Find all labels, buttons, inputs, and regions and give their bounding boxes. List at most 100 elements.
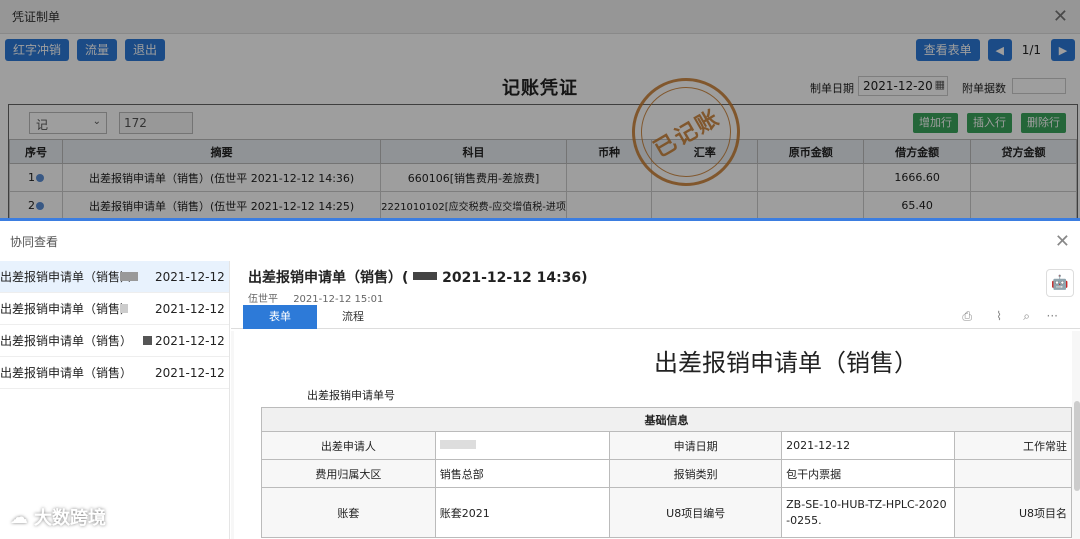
doc-title: 出差报销申请单（销售）( 2021-12-12 14:36): [248, 270, 588, 286]
author-time: 2021-12-12 15:01: [293, 294, 384, 305]
field-label: 申请日期: [609, 431, 783, 460]
row-currency[interactable]: [565, 191, 653, 220]
voucher-word-value: 记: [36, 118, 49, 132]
collab-header: 协同查看 ✕: [0, 221, 1080, 261]
watermark-text: 大数跨境: [34, 508, 106, 529]
info-icon[interactable]: [36, 174, 45, 182]
list-item-date: 2021-12-12 11:: [155, 333, 229, 348]
close-icon[interactable]: ✕: [1055, 231, 1070, 252]
field-value[interactable]: 2021-12-12: [781, 431, 955, 460]
form-title: 出差报销申请单（销售）: [654, 349, 918, 377]
row-number: 1: [28, 171, 36, 184]
delete-row-button[interactable]: 删除行: [1021, 113, 1066, 133]
row-debit[interactable]: 1666.60: [863, 163, 971, 192]
close-icon[interactable]: ✕: [1053, 6, 1068, 27]
section-title: 基础信息: [261, 407, 1072, 432]
list-item[interactable]: 出差报销申请单（销售） 2021-12-12 11:: [0, 325, 229, 357]
more-icon[interactable]: ···: [1047, 309, 1058, 323]
red-reverse-button[interactable]: 红字冲销: [5, 39, 70, 61]
field-label: 出差申请人: [261, 431, 436, 460]
field-value[interactable]: [434, 431, 611, 460]
assistant-robot-icon[interactable]: 🤖: [1046, 269, 1074, 297]
row-orig-amount[interactable]: [757, 191, 865, 220]
field-value[interactable]: ZB-SE-10-HUB-TZ-HPLC-2020-0255.: [781, 487, 955, 538]
view-form-button[interactable]: 查看表单: [915, 39, 980, 61]
doc-tabs: 表单 流程 ⎙ ⌇ ⌕ ···: [231, 305, 1080, 329]
author-line: 伍世平 2021-12-12 15:01: [248, 290, 395, 305]
attach-label: 附单据数: [962, 82, 1006, 95]
table-row[interactable]: 1 出差报销申请单（销售）(伍世平 2021-12-12 14:36) 6601…: [8, 163, 1078, 192]
row-summary[interactable]: 出差报销申请单（销售）(伍世平 2021-12-12 14:36): [62, 163, 382, 192]
redaction: [120, 304, 128, 313]
add-row-button[interactable]: 增加行: [913, 113, 958, 133]
column-header: 原币金额: [757, 139, 865, 164]
print-icon[interactable]: ⎙: [962, 309, 972, 324]
chevron-down-icon: ⌄: [92, 116, 101, 127]
voucher-header: 记账凭证 制单日期 2021-12-20 ▦ 附单据数: [0, 66, 1080, 102]
prev-page-icon[interactable]: ◀: [987, 39, 1012, 61]
form-sheet: 出差报销申请单（销售） 出差报销申请单号 基础信息 出差申请人 申请日期 202…: [234, 331, 1073, 539]
watermark-logo-icon: ☁: [10, 506, 28, 528]
row-subject[interactable]: 2221010102[应交税费-应交增值税-进项: [380, 191, 567, 220]
field-label: 费用归属大区: [261, 459, 436, 488]
field-value[interactable]: [953, 459, 1073, 488]
row-orig-amount[interactable]: [757, 163, 865, 192]
form-number-label: 出差报销申请单号: [307, 389, 395, 402]
row-summary[interactable]: 出差报销申请单（销售）(伍世平 2021-12-12 14:25): [62, 191, 382, 220]
voucher-number-field[interactable]: 172: [119, 112, 193, 134]
table-row[interactable]: 2 出差报销申请单（销售）(伍世平 2021-12-12 14:25) 2221…: [8, 191, 1078, 220]
row-rate[interactable]: [651, 191, 759, 220]
list-item-title: 出差报销申请单（销售）: [0, 302, 133, 316]
search-icon[interactable]: ⌕: [1023, 309, 1030, 324]
calendar-icon[interactable]: ▦: [935, 78, 945, 91]
attachment-icon[interactable]: ⌇: [996, 309, 1002, 323]
row-debit[interactable]: 65.40: [863, 191, 971, 220]
row-credit[interactable]: [969, 191, 1078, 220]
field-label: 报销类别: [609, 459, 783, 488]
voucher-toolbar: 红字冲销 流量 退出 查看表单 ◀ 1/1 ▶: [0, 34, 1080, 66]
tab-form[interactable]: 表单: [243, 305, 317, 329]
list-item[interactable]: 出差报销申请单（销售） 2021-12-12 14:: [0, 293, 229, 325]
column-header: 借方金额: [863, 139, 971, 164]
field-label: U8项目编号: [609, 487, 783, 538]
row-credit[interactable]: [969, 163, 1078, 192]
voucher-titlebar: 凭证制单 ✕: [0, 0, 1080, 34]
voucher-window: 凭证制单 ✕ 红字冲销 流量 退出 查看表单 ◀ 1/1 ▶ 记账凭证 制单日期…: [0, 0, 1080, 220]
column-header: 序号: [8, 139, 64, 164]
redaction: [413, 272, 438, 280]
row-subject[interactable]: 660106[销售费用-差旅费]: [380, 163, 567, 192]
field-value[interactable]: 包干内票据: [781, 459, 955, 488]
exit-button[interactable]: 退出: [125, 39, 166, 61]
field-value[interactable]: 账套2021: [434, 487, 611, 538]
list-item-date: 2021-12-12 14:: [155, 301, 229, 316]
row-currency[interactable]: [565, 163, 653, 192]
next-page-icon[interactable]: ▶: [1051, 39, 1075, 61]
column-header: 贷方金额: [969, 139, 1078, 164]
date-value: 2021-12-20: [863, 79, 933, 93]
date-label: 制单日期: [810, 82, 854, 95]
scrollbar[interactable]: [1074, 401, 1080, 491]
attach-count-field[interactable]: [1012, 78, 1066, 94]
author-name: 伍世平: [248, 294, 278, 305]
field-label: 账套: [261, 487, 436, 538]
list-item[interactable]: 出差报销申请单（销售）、 2021-12-12 14:: [0, 261, 229, 293]
redaction: [120, 272, 138, 281]
info-icon[interactable]: [36, 202, 45, 210]
column-header: 摘要: [62, 139, 382, 164]
doc-viewer: 出差报销申请单（销售）( 2021-12-12 14:36) 伍世平 2021-…: [231, 261, 1080, 539]
tab-flow[interactable]: 流程: [331, 305, 375, 329]
redaction: [143, 336, 152, 345]
insert-row-button[interactable]: 插入行: [967, 113, 1012, 133]
collab-title: 协同查看: [10, 234, 59, 249]
page-indicator: 1/1: [1021, 43, 1041, 57]
doc-list: 出差报销申请单（销售）、 2021-12-12 14: 出差报销申请单（销售） …: [0, 261, 230, 539]
date-field[interactable]: 2021-12-20 ▦: [858, 76, 948, 96]
column-header: 科目: [380, 139, 567, 164]
field-value[interactable]: 销售总部: [434, 459, 611, 488]
voucher-body: 记 ⌄ 172 增加行 插入行 删除行 序号 摘要 科目 币种 汇率 原币金额 …: [8, 104, 1078, 220]
cashflow-button[interactable]: 流量: [77, 39, 118, 61]
redaction: [439, 440, 476, 449]
list-item[interactable]: 出差报销申请单（销售） 2021-12-12 11:: [0, 357, 229, 389]
voucher-word-select[interactable]: 记 ⌄: [29, 112, 107, 134]
field-label: U8项目名: [953, 487, 1073, 538]
